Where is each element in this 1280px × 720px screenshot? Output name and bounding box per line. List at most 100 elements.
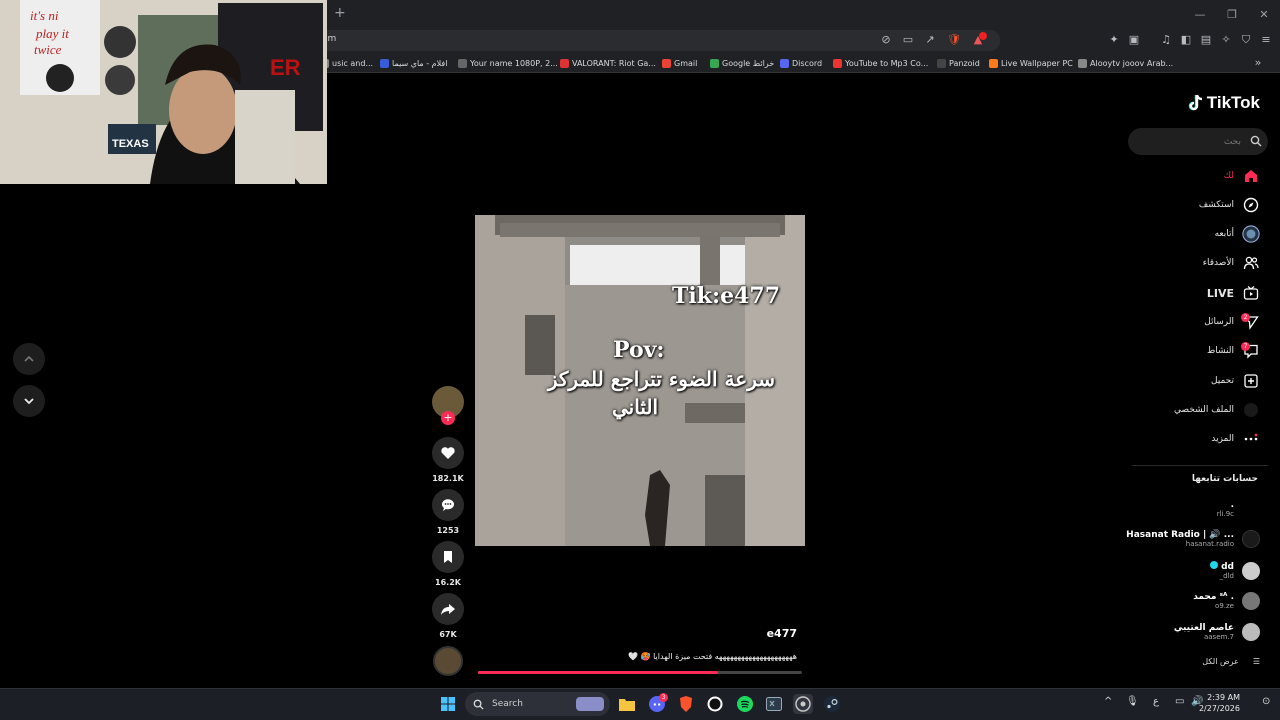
bookmark-item[interactable]: Discord bbox=[780, 57, 822, 69]
save-count: 16.2K bbox=[435, 578, 461, 587]
followed-account[interactable]: dd _dld bbox=[1210, 561, 1260, 580]
no-tracking-icon[interactable]: ⊘ bbox=[878, 32, 894, 48]
live-tv-icon bbox=[1242, 284, 1260, 302]
nav-live[interactable]: LIVE bbox=[1207, 283, 1260, 303]
followed-account-name: dd bbox=[1210, 561, 1234, 572]
taskbar-search[interactable]: Search bbox=[465, 692, 610, 716]
bookmark-favicon-icon bbox=[380, 58, 389, 68]
followed-account[interactable]: . rli.9c bbox=[1217, 500, 1260, 518]
taskbar-search-label: Search bbox=[492, 699, 523, 709]
bookmark-item[interactable]: Google خرائط bbox=[710, 57, 774, 69]
bookmark-item[interactable]: usic and... bbox=[320, 57, 373, 69]
comment-icon bbox=[441, 499, 454, 511]
nav-label-activity: النشاط bbox=[1206, 346, 1234, 356]
taskbar-clock[interactable]: 2:39 AM 2/27/2026 bbox=[1199, 692, 1240, 714]
vpn-icon[interactable]: ⛉ bbox=[1238, 32, 1254, 48]
nav-following[interactable]: أتابعه bbox=[1215, 224, 1260, 244]
svg-text:ER: ER bbox=[270, 55, 301, 80]
search-icon[interactable] bbox=[1250, 135, 1262, 147]
clock-date: 2/27/2026 bbox=[1198, 704, 1240, 713]
share-button[interactable] bbox=[432, 593, 464, 625]
bookmark-item[interactable]: Alooytv jooov Arab... bbox=[1078, 57, 1173, 69]
nav-more[interactable]: المزيد bbox=[1211, 429, 1260, 449]
extensions-icon[interactable]: ✦ bbox=[1106, 32, 1122, 48]
nav-activity[interactable]: النشاط bbox=[1207, 341, 1260, 361]
leo-icon[interactable]: ✧ bbox=[1218, 32, 1234, 48]
file-explorer-icon[interactable] bbox=[617, 694, 637, 714]
bookmark-item[interactable]: Your name 1080P, 2... bbox=[458, 57, 558, 69]
code-editor-icon[interactable] bbox=[764, 694, 784, 714]
more-bookmarks-icon[interactable]: » bbox=[1250, 55, 1266, 71]
share-icon[interactable]: ↗ bbox=[922, 32, 938, 48]
start-button[interactable] bbox=[438, 694, 458, 714]
followed-account-handle: o9.ze bbox=[1215, 602, 1234, 610]
nav-profile[interactable]: الملف الشخصي bbox=[1174, 400, 1260, 420]
video-overlay-line1: Pov: bbox=[613, 337, 665, 363]
see-all-link[interactable]: عرض الكل ☰ bbox=[1202, 657, 1260, 666]
follow-plus-button[interactable]: + bbox=[441, 411, 455, 425]
video-caption: هههههههههههههههههههههه فتحت ميزة الهدايا… bbox=[628, 652, 797, 661]
chevron-down-icon bbox=[24, 398, 34, 405]
obs-icon[interactable] bbox=[705, 694, 725, 714]
video-player[interactable]: Tik:e477 Pov: سرعة الضوء تتراجع للمركز ا… bbox=[475, 215, 805, 546]
tray-overflow-icon[interactable]: ^ bbox=[1104, 696, 1112, 707]
avatar bbox=[1242, 623, 1260, 641]
bookmark-item[interactable]: Gmail bbox=[662, 57, 697, 69]
save-button[interactable] bbox=[432, 541, 464, 573]
chrome-app-icon[interactable] bbox=[793, 694, 813, 714]
nav-messages[interactable]: الرسائل bbox=[1204, 312, 1260, 332]
address-bar[interactable] bbox=[315, 30, 1000, 51]
followed-account[interactable]: Hasanat Radio | 🔊 ... hasanat.radio bbox=[1126, 530, 1260, 548]
video-author[interactable]: e477 bbox=[700, 627, 797, 640]
bookmark-item[interactable]: VALORANT: Riot Ga... bbox=[560, 57, 656, 69]
sound-disc-icon[interactable] bbox=[433, 646, 463, 676]
tiktok-logo[interactable]: TikTok bbox=[1188, 93, 1260, 113]
brave-browser-icon[interactable] bbox=[676, 694, 696, 714]
like-button[interactable] bbox=[432, 437, 464, 469]
notification-icon[interactable]: ⊙ bbox=[1262, 696, 1270, 707]
avatar bbox=[1242, 500, 1260, 518]
discord-badge: 3 bbox=[659, 693, 668, 702]
previous-video-button[interactable] bbox=[13, 343, 45, 375]
nav-for-you[interactable]: لك bbox=[1224, 166, 1260, 186]
bookmark-item[interactable]: Live Wallpaper PC bbox=[989, 57, 1073, 69]
nav-label-upload: تحميل bbox=[1210, 376, 1234, 386]
bookmark-favicon-icon bbox=[458, 58, 467, 68]
video-progress-fill bbox=[478, 671, 718, 674]
nav-friends[interactable]: الأصدقاء bbox=[1203, 253, 1260, 273]
menu-icon[interactable]: ≡ bbox=[1258, 32, 1274, 48]
nav-label-live: LIVE bbox=[1206, 286, 1234, 300]
bookmark-label: Gmail bbox=[674, 58, 698, 68]
following-avatar-icon bbox=[1242, 225, 1260, 243]
bookmark-item[interactable]: Panzoid bbox=[937, 57, 980, 69]
bookmark-label: Discord bbox=[792, 58, 823, 68]
nav-explore[interactable]: استكشف bbox=[1199, 195, 1260, 215]
wallet-icon[interactable]: ▤ bbox=[1198, 32, 1214, 48]
network-icon[interactable]: ▭ bbox=[1175, 696, 1184, 707]
minimize-button[interactable]: — bbox=[1184, 0, 1216, 28]
nav-upload[interactable]: تحميل bbox=[1211, 371, 1260, 391]
video-progress-track[interactable] bbox=[478, 671, 802, 674]
brave-shield-icon[interactable]: 🛡 bbox=[946, 32, 962, 48]
bookmark-label: usic and... bbox=[332, 58, 374, 68]
new-tab-button[interactable]: + bbox=[334, 6, 348, 20]
maximize-button[interactable]: ❐ bbox=[1216, 0, 1248, 28]
search-input[interactable] bbox=[1138, 134, 1243, 149]
search-box[interactable] bbox=[1128, 128, 1268, 155]
bookmark-item[interactable]: YouTube to Mp3 Co... bbox=[833, 57, 928, 69]
followed-account[interactable]: محمد ˢᴬ . o9.ze bbox=[1193, 592, 1260, 610]
next-video-button[interactable] bbox=[13, 385, 45, 417]
sidebar-icon[interactable]: ◧ bbox=[1178, 32, 1194, 48]
close-window-button[interactable]: ✕ bbox=[1248, 0, 1280, 28]
search-highlight-icon bbox=[576, 697, 604, 711]
screenshot-icon[interactable]: ▣ bbox=[1126, 32, 1142, 48]
steam-icon[interactable] bbox=[822, 694, 842, 714]
microphone-icon[interactable]: 🎙 bbox=[1126, 696, 1139, 707]
bookmark-item[interactable]: افلام - ماي سيما bbox=[380, 57, 447, 69]
followed-account[interactable]: عاصم العتيبي aasem.7 bbox=[1174, 623, 1260, 641]
comment-button[interactable] bbox=[432, 489, 464, 521]
input-language-indicator[interactable]: ع bbox=[1153, 696, 1159, 707]
cast-icon[interactable]: ▭ bbox=[900, 32, 916, 48]
spotify-icon[interactable] bbox=[735, 694, 755, 714]
media-icon[interactable]: ♫ bbox=[1158, 32, 1174, 48]
